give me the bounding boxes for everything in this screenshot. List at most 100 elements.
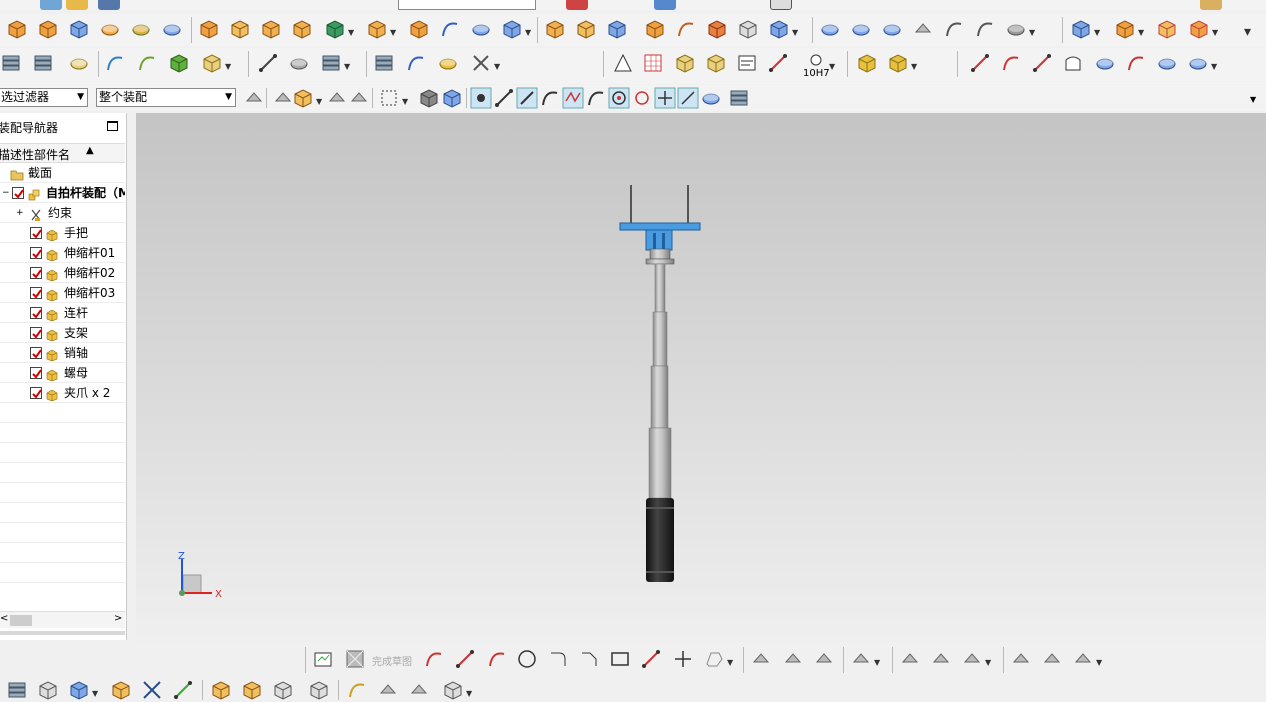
sketch-line-icon[interactable] [454, 648, 476, 670]
reposition-icon[interactable] [168, 52, 190, 74]
boss-icon[interactable] [291, 18, 313, 40]
tree-row[interactable]: 螺母 [0, 363, 125, 383]
clipped-tool-icon[interactable] [566, 0, 588, 10]
chevron-down-icon[interactable]: ▼ [1212, 28, 1218, 37]
snap-icon[interactable] [326, 87, 348, 109]
clearance-analysis-icon[interactable] [408, 679, 430, 701]
boolean-icon[interactable] [68, 18, 90, 40]
horizontal-scrollbar[interactable]: < > [0, 611, 125, 628]
sketch-arc-icon[interactable] [486, 648, 508, 670]
clipped-tool-icon[interactable] [66, 0, 88, 10]
chamfer-sketch-icon[interactable] [578, 648, 600, 670]
trim-icon[interactable] [706, 18, 728, 40]
fillet-icon[interactable] [547, 648, 569, 670]
chevron-down-icon[interactable]: ▼ [225, 62, 231, 71]
tree-row[interactable]: 支架 [0, 323, 125, 343]
replace-component-icon[interactable] [1188, 18, 1210, 40]
chevron-down-icon[interactable]: ▼ [390, 28, 396, 37]
table-icon[interactable] [642, 52, 664, 74]
dimension-icon[interactable] [767, 52, 789, 74]
edge-blend-icon[interactable] [544, 18, 566, 40]
scope-select[interactable]: 整个装配 ▼ [96, 88, 236, 107]
chevron-down-icon[interactable]: ▼ [402, 97, 408, 106]
create-new-component-icon[interactable] [110, 679, 132, 701]
tree-row[interactable]: 连杆 [0, 303, 125, 323]
make-symmetric-icon[interactable] [1010, 648, 1032, 670]
offset-surface-icon[interactable] [1005, 18, 1027, 40]
chevron-down-icon[interactable]: ▼ [316, 97, 322, 106]
control-point-icon[interactable] [539, 87, 561, 109]
chevron-down-icon[interactable]: ▼ [92, 689, 98, 698]
profile-icon[interactable] [1062, 52, 1084, 74]
profile-sketch-icon[interactable] [423, 648, 445, 670]
split-icon[interactable] [737, 18, 759, 40]
thicken-icon[interactable] [644, 18, 666, 40]
drawing-icon[interactable] [736, 52, 758, 74]
wave-geometry-icon[interactable] [272, 679, 294, 701]
existing-point-icon[interactable] [654, 87, 676, 109]
solid-select-icon[interactable] [441, 87, 463, 109]
show-hide-icon[interactable] [418, 87, 440, 109]
mirror-icon[interactable] [260, 18, 282, 40]
section-icon[interactable] [257, 52, 279, 74]
hole-icon[interactable] [198, 18, 220, 40]
tools-icon[interactable] [470, 52, 492, 74]
law-extension-icon[interactable] [974, 18, 996, 40]
visibility-checkbox[interactable] [30, 307, 42, 319]
point-icon[interactable] [1031, 52, 1053, 74]
bom-settings-icon[interactable] [887, 52, 909, 74]
assembly-constraints-icon[interactable] [136, 52, 158, 74]
draft-icon[interactable] [606, 18, 628, 40]
end-point-icon[interactable] [493, 87, 515, 109]
visibility-checkbox[interactable] [30, 327, 42, 339]
chevron-down-icon[interactable]: ▼ [494, 62, 500, 71]
polygon-icon[interactable] [640, 648, 662, 670]
navigator-splitter[interactable] [0, 631, 125, 635]
visibility-checkbox[interactable] [30, 287, 42, 299]
exploded-views-icon[interactable] [308, 679, 330, 701]
linear-dimension-icon[interactable] [930, 648, 952, 670]
extrude-icon[interactable] [37, 18, 59, 40]
pad-icon[interactable] [366, 18, 388, 40]
note-icon[interactable] [68, 52, 90, 74]
curve-on-surface-icon[interactable] [1187, 52, 1209, 74]
tree-row[interactable]: 伸缩杆01 [0, 243, 125, 263]
bearing-icon[interactable] [437, 52, 459, 74]
chevron-down-icon[interactable]: ▾ [1238, 18, 1260, 40]
chevron-down-icon[interactable]: ▼ [874, 658, 880, 667]
scrollbar-thumb[interactable] [10, 615, 32, 626]
clipped-select[interactable] [398, 0, 536, 10]
interference-icon[interactable] [377, 679, 399, 701]
abc-tag-icon[interactable] [201, 52, 223, 74]
clipped-tool-icon[interactable] [1200, 0, 1222, 10]
mirror-assembly-icon[interactable] [210, 679, 232, 701]
clip-icon[interactable] [288, 52, 310, 74]
tree-row[interactable]: + 约束 [0, 203, 125, 223]
sketch-icon[interactable] [312, 648, 334, 670]
delete-component-icon[interactable] [1156, 18, 1178, 40]
chevron-down-icon[interactable]: ▼ [466, 689, 472, 698]
point-on-surface-icon[interactable] [700, 87, 722, 109]
cylinder-icon[interactable] [373, 52, 395, 74]
offset-face-icon[interactable] [501, 18, 523, 40]
layer-settings-icon[interactable] [32, 52, 54, 74]
select-all-icon[interactable] [243, 87, 265, 109]
groove-icon[interactable] [408, 18, 430, 40]
offset-sketch-curve-icon[interactable] [850, 648, 872, 670]
chevron-down-icon[interactable]: ▼ [1211, 62, 1217, 71]
circle-center-icon[interactable] [608, 87, 630, 109]
geometric-constraint-icon[interactable] [961, 648, 983, 670]
curve-icon[interactable] [439, 18, 461, 40]
arc-center-icon[interactable] [585, 87, 607, 109]
offset-curve-icon[interactable] [1156, 52, 1178, 74]
spline-icon[interactable] [1125, 52, 1147, 74]
pattern-icon[interactable] [229, 18, 251, 40]
extension-icon[interactable] [943, 18, 965, 40]
fit-icon[interactable] [805, 52, 827, 74]
component-icon[interactable] [1070, 18, 1092, 40]
visibility-checkbox[interactable] [30, 247, 42, 259]
rapid-dimension-icon[interactable] [899, 648, 921, 670]
revolve-icon[interactable] [99, 18, 121, 40]
make-corner-icon[interactable] [813, 648, 835, 670]
component-array-icon[interactable] [241, 679, 263, 701]
